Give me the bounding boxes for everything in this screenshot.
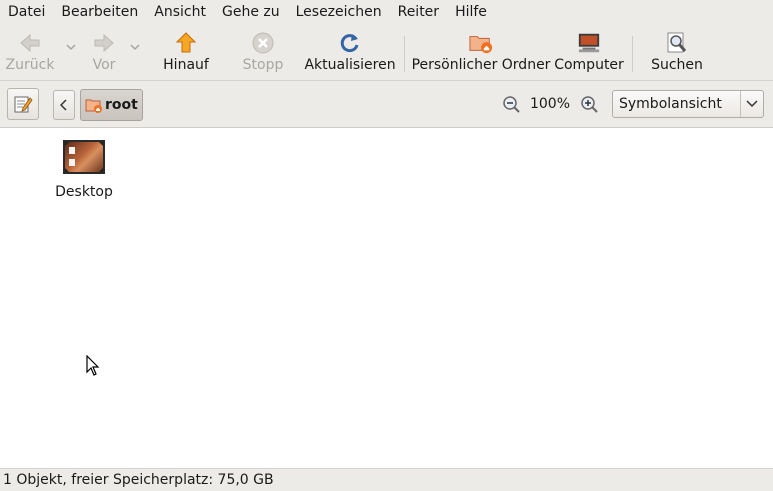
zoom-in-icon[interactable] [580,95,598,113]
file-name: Desktop [55,184,113,200]
view-mode-select[interactable]: Symbolansicht [612,90,764,118]
search-button[interactable]: Suchen [650,32,704,76]
arrow-up-icon [174,32,198,54]
zoom-out-icon[interactable] [502,95,520,113]
status-text: 1 Objekt, freier Speicherplatz: 75,0 GB [3,472,274,488]
reload-label: Aktualisieren [304,57,396,73]
toolbar: Zurück Vor Hinauf Stopp Aktualisieren Pe… [0,24,773,81]
toolbar-separator [404,36,405,72]
menu-bar: Datei Bearbeiten Ansicht Gehe zu Lesezei… [0,0,773,24]
refresh-icon [338,32,362,54]
location-toggle-button[interactable] [7,88,39,120]
menu-edit[interactable]: Bearbeiten [53,0,146,24]
edit-location-icon [14,96,33,113]
file-item-desktop[interactable]: Desktop [48,140,120,200]
menu-view[interactable]: Ansicht [146,0,214,24]
up-button[interactable]: Hinauf [162,32,210,76]
menu-tabs[interactable]: Reiter [390,0,447,24]
home-button[interactable]: Persönlicher Ordner [412,32,550,76]
menu-bookmarks[interactable]: Lesezeichen [288,0,390,24]
stop-label: Stopp [242,57,284,73]
reload-button[interactable]: Aktualisieren [304,32,396,76]
status-bar: 1 Objekt, freier Speicherplatz: 75,0 GB [0,468,773,491]
search-icon [665,32,689,54]
chevron-down-icon[interactable] [130,42,140,52]
stop-icon [251,32,275,54]
menu-file[interactable]: Datei [0,0,53,24]
zoom-level[interactable]: 100% [528,94,572,114]
stop-button[interactable]: Stopp [240,32,286,76]
desktop-folder-icon [63,140,105,174]
home-folder-icon [469,32,493,54]
forward-button[interactable]: Vor [88,32,120,76]
chevron-down-icon [740,91,763,117]
menu-go[interactable]: Gehe zu [214,0,288,24]
back-label: Zurück [5,57,55,73]
file-view[interactable]: Desktop [0,128,773,468]
toolbar-separator [632,36,633,72]
location-bar: root 100% Symbolansicht [0,81,773,128]
view-mode-value: Symbolansicht [619,96,722,112]
arrow-right-icon [92,32,116,54]
search-label: Suchen [651,57,703,73]
chevron-left-icon [60,99,67,111]
breadcrumb-root[interactable]: root [80,89,143,121]
forward-label: Vor [92,57,116,73]
up-label: Hinauf [163,57,209,73]
breadcrumb-back-button[interactable] [53,90,75,120]
computer-button[interactable]: Computer [554,32,624,76]
back-button[interactable]: Zurück [6,32,54,76]
home-folder-icon [85,99,102,113]
chevron-down-icon[interactable] [66,42,76,52]
arrow-left-icon [18,32,42,54]
breadcrumb-label: root [105,97,138,113]
computer-label: Computer [554,57,624,73]
menu-help[interactable]: Hilfe [447,0,495,24]
mouse-pointer-icon [86,355,100,376]
home-label: Persönlicher Ordner [411,57,551,73]
computer-icon [577,32,601,54]
